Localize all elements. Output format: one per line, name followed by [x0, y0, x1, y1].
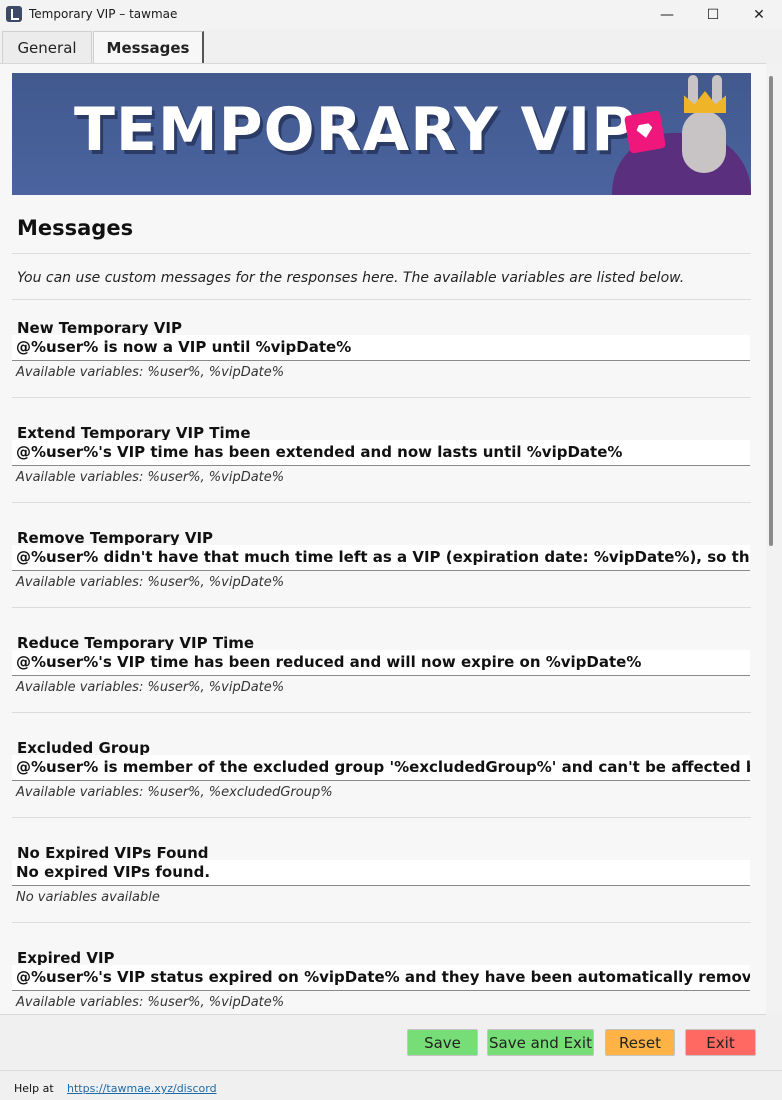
banner-title: TEMPORARY VIP — [74, 95, 637, 165]
variables-hint: Available variables: %user%, %vipDate% — [16, 995, 285, 1010]
section-reduce-vip-time: Reduce Temporary VIP Time @%user%'s VIP … — [0, 634, 766, 739]
maximize-button[interactable]: ☐ — [690, 0, 736, 30]
section-new-temporary-vip: New Temporary VIP @%user% is now a VIP u… — [0, 319, 766, 424]
save-button[interactable]: Save — [407, 1029, 478, 1056]
save-and-exit-button[interactable]: Save and Exit — [487, 1029, 594, 1056]
banner-image: TEMPORARY VIP — [12, 73, 751, 195]
bunny-head — [682, 111, 726, 173]
scrollbar-thumb[interactable] — [769, 76, 773, 546]
variables-hint: Available variables: %user%, %vipDate% — [16, 470, 285, 485]
section-extend-vip-time: Extend Temporary VIP Time @%user%'s VIP … — [0, 424, 766, 529]
tab-bar: General Messages — [0, 30, 782, 63]
footer-divider — [0, 1070, 782, 1071]
message-input-remove-vip[interactable]: @%user% didn't have that much time left … — [12, 545, 750, 571]
message-input-expired-vip[interactable]: @%user%'s VIP status expired on %vipDate… — [12, 965, 750, 991]
variables-hint: Available variables: %user%, %vipDate% — [16, 365, 285, 380]
tab-messages[interactable]: Messages — [93, 31, 204, 63]
divider — [12, 712, 751, 713]
message-input-reduce-vip[interactable]: @%user%'s VIP time has been reduced and … — [12, 650, 750, 676]
section-excluded-group: Excluded Group @%user% is member of the … — [0, 739, 766, 844]
divider — [12, 397, 751, 398]
message-input-new-vip[interactable]: @%user% is now a VIP until %vipDate% — [12, 335, 750, 361]
app-icon — [6, 6, 22, 22]
variables-hint: No variables available — [16, 890, 160, 905]
window-title: Temporary VIP – tawmae — [29, 7, 178, 21]
intro-text: You can use custom messages for the resp… — [17, 270, 685, 286]
variables-hint: Available variables: %user%, %vipDate% — [16, 680, 285, 695]
message-input-no-expired[interactable]: No expired VIPs found. — [12, 860, 750, 886]
messages-panel: TEMPORARY VIP Messages You can use custo… — [0, 63, 766, 1015]
close-button[interactable]: ✕ — [736, 0, 782, 30]
divider — [12, 502, 751, 503]
discord-link[interactable]: https://tawmae.xyz/discord — [67, 1082, 217, 1095]
exit-button[interactable]: Exit — [685, 1029, 756, 1056]
section-remove-vip: Remove Temporary VIP @%user% didn't have… — [0, 529, 766, 634]
section-expired-vip: Expired VIP @%user%'s VIP status expired… — [0, 949, 766, 1014]
divider — [12, 922, 751, 923]
divider — [12, 253, 751, 254]
tab-general[interactable]: General — [2, 31, 92, 63]
reset-button[interactable]: Reset — [605, 1029, 675, 1056]
section-no-expired-vips: No Expired VIPs Found No expired VIPs fo… — [0, 844, 766, 949]
message-input-extend-vip[interactable]: @%user%'s VIP time has been extended and… — [12, 440, 750, 466]
page-title: Messages — [17, 216, 134, 240]
message-input-excluded-group[interactable]: @%user% is member of the excluded group … — [12, 755, 750, 781]
minimize-button[interactable]: — — [644, 0, 690, 30]
variables-hint: Available variables: %user%, %vipDate% — [16, 575, 285, 590]
divider — [12, 607, 751, 608]
help-label: Help at — [14, 1082, 54, 1095]
gem-icon — [623, 110, 667, 154]
variables-hint: Available variables: %user%, %excludedGr… — [16, 785, 333, 800]
divider — [12, 817, 751, 818]
title-bar: Temporary VIP – tawmae — ☐ ✕ — [0, 0, 782, 30]
divider — [12, 299, 751, 300]
